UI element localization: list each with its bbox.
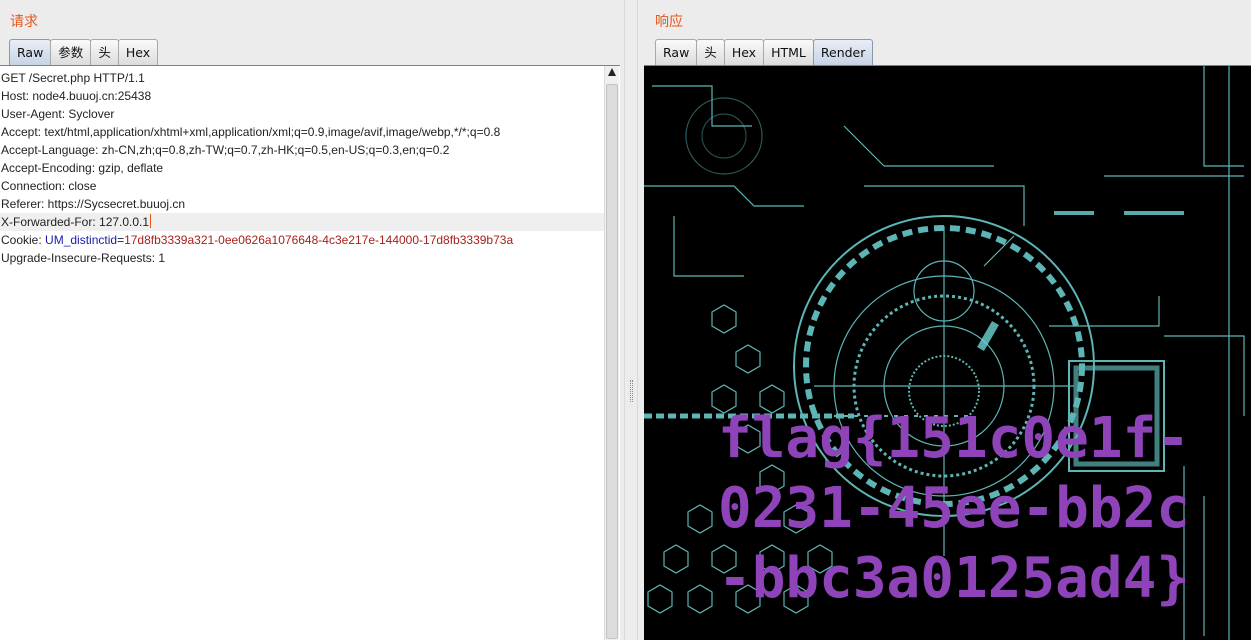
- request-pane-title: 请求: [10, 14, 38, 30]
- response-tab-headers[interactable]: 头: [696, 39, 725, 65]
- request-tab-hex[interactable]: Hex: [117, 39, 159, 65]
- request-line[interactable]: Host: node4.buuoj.cn:25438: [0, 87, 604, 105]
- request-line[interactable]: GET /Secret.php HTTP/1.1: [0, 69, 604, 87]
- request-tab-raw[interactable]: Raw: [9, 39, 52, 65]
- request-line[interactable]: Accept-Language: zh-CN,zh;q=0.8,zh-TW;q=…: [0, 141, 604, 159]
- request-line-cookie[interactable]: Cookie: UM_distinctid=17d8fb3339a321-0ee…: [0, 231, 604, 249]
- request-line[interactable]: Upgrade-Insecure-Requests: 1: [0, 249, 604, 267]
- request-line[interactable]: Referer: https://Sycsecret.buuoj.cn: [0, 195, 604, 213]
- response-tab-html[interactable]: HTML: [763, 39, 814, 65]
- request-tab-bar: Raw 参数 头 Hex: [9, 39, 159, 65]
- scroll-thumb[interactable]: [606, 84, 618, 639]
- response-render-view: flag{151c0e1f-0231-45ee-bb2c-bbc3a0125ad…: [644, 65, 1251, 640]
- request-scrollbar[interactable]: [604, 66, 619, 640]
- cookie-value: 17d8fb3339a321-0ee0626a1076648-4c3e217e-…: [124, 233, 514, 247]
- response-tab-bar: Raw 头 Hex HTML Render: [655, 39, 874, 65]
- scroll-up-arrow-icon[interactable]: [608, 68, 616, 76]
- request-line-current[interactable]: X-Forwarded-For: 127.0.0.1: [0, 213, 604, 231]
- split-pane-divider[interactable]: [624, 0, 638, 640]
- request-tab-headers[interactable]: 头: [90, 39, 119, 65]
- response-pane-title: 响应: [655, 14, 683, 30]
- request-tab-params[interactable]: 参数: [50, 39, 92, 65]
- flag-text: flag{151c0e1f-0231-45ee-bb2c-bbc3a0125ad…: [717, 406, 1190, 611]
- response-tab-raw[interactable]: Raw: [655, 39, 698, 65]
- x-forwarded-for-line[interactable]: X-Forwarded-For: 127.0.0.1: [1, 215, 149, 229]
- cookie-prefix: Cookie:: [1, 233, 46, 247]
- request-text[interactable]: GET /Secret.php HTTP/1.1 Host: node4.buu…: [0, 69, 604, 267]
- request-line[interactable]: Connection: close: [0, 177, 604, 195]
- response-tab-render[interactable]: Render: [812, 39, 874, 65]
- divider-grip-icon[interactable]: [630, 380, 633, 402]
- response-tab-hex[interactable]: Hex: [723, 39, 765, 65]
- request-line[interactable]: Accept-Encoding: gzip, deflate: [0, 159, 604, 177]
- request-editor[interactable]: GET /Secret.php HTTP/1.1 Host: node4.buu…: [0, 65, 620, 640]
- request-line[interactable]: Accept: text/html,application/xhtml+xml,…: [0, 123, 604, 141]
- cookie-key: UM_distinctid: [45, 233, 118, 247]
- text-caret: [150, 214, 152, 228]
- request-line[interactable]: User-Agent: Syclover: [0, 105, 604, 123]
